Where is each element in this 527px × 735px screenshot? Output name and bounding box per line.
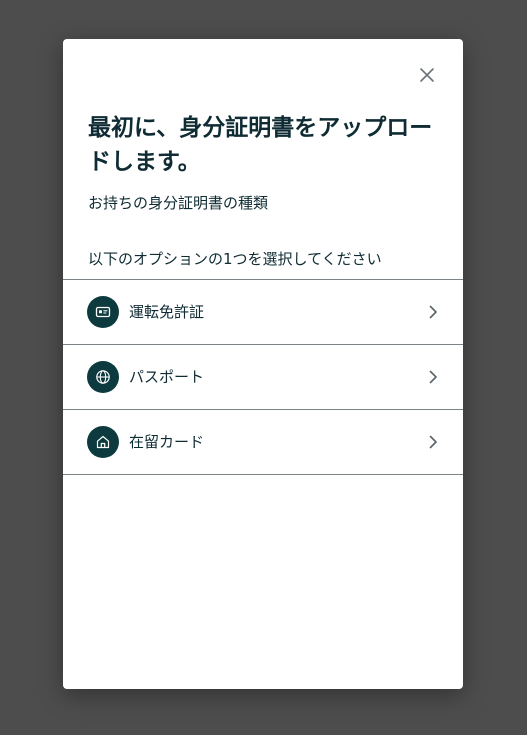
id-type-options: 運転免許証 パスポート 在留カード	[63, 279, 463, 475]
document-type-dialog: 最初に、身分証明書をアップロードします。 お持ちの身分証明書の種類 以下のオプシ…	[63, 39, 463, 689]
option-residence-card[interactable]: 在留カード	[63, 410, 463, 475]
option-label: 在留カード	[129, 433, 205, 451]
close-icon	[420, 68, 434, 82]
chevron-right-icon	[425, 369, 441, 385]
option-passport[interactable]: パスポート	[63, 345, 463, 410]
option-label: 運転免許証	[129, 303, 205, 321]
id-card-icon	[87, 296, 119, 328]
option-label: パスポート	[129, 368, 205, 386]
dialog-instruction: 以下のオプションの1つを選択してください	[88, 250, 382, 268]
close-button[interactable]	[415, 63, 439, 87]
option-drivers-license[interactable]: 運転免許証	[63, 280, 463, 345]
dialog-title: 最初に、身分証明書をアップロードします。	[88, 115, 433, 175]
chevron-right-icon	[425, 304, 441, 320]
dialog-subtitle: お持ちの身分証明書の種類	[88, 194, 269, 212]
home-icon	[87, 426, 119, 458]
globe-icon	[87, 361, 119, 393]
chevron-right-icon	[425, 434, 441, 450]
